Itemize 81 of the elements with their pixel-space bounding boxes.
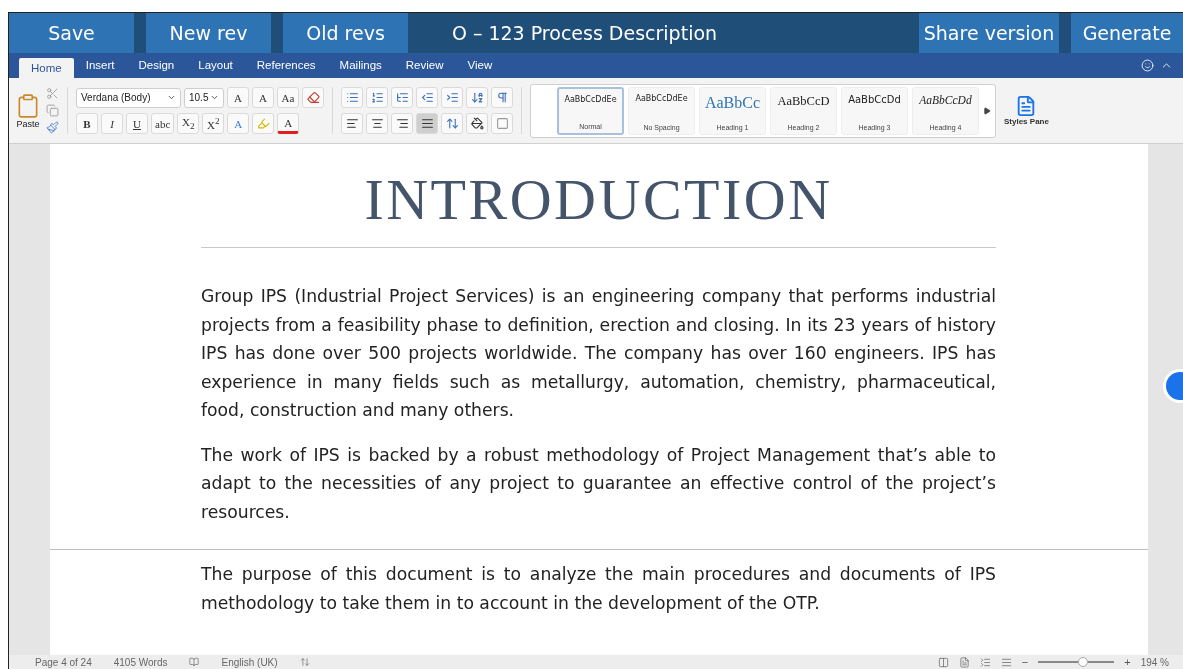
shading-button[interactable] [466, 113, 488, 134]
highlighter-icon [256, 117, 270, 130]
format-painter-icon [46, 121, 59, 134]
draft-icon [1000, 656, 1012, 668]
dropdown-icon [210, 93, 219, 102]
font-color-button[interactable]: A [277, 113, 300, 134]
bullet-list-icon [345, 91, 359, 104]
multilevel-list-button[interactable] [391, 87, 413, 108]
format-button[interactable]: X$_{2}$ [177, 113, 200, 134]
more-styles-button[interactable] [983, 106, 991, 115]
ribbon-tab[interactable]: Home [19, 58, 74, 78]
paint-bucket-icon [470, 117, 484, 130]
paragraph: The work of IPS is backed by a robust methodology of Project Management that’s able to adapt to the necessities of any project to guarantee an effective control of the project’s resources. [201, 443, 996, 524]
align-button[interactable] [391, 113, 413, 134]
paste-button[interactable]: Paste [15, 92, 41, 129]
ribbon-tab[interactable]: Insert [73, 54, 127, 76]
font-family-field[interactable]: Verdana (Body) [76, 87, 181, 108]
ribbon-tab[interactable]: Review [393, 54, 456, 76]
format-button[interactable]: I [101, 113, 123, 134]
styles-pane-button[interactable]: Styles Pane [1004, 95, 1049, 126]
multilevel-list-icon [395, 91, 409, 104]
toolbar-button[interactable]: Share version [919, 13, 1059, 53]
paragraph: The purpose of this document is to analyze the main procedures and documents of IPS methodology to take them in to account in the development of the OTP. [201, 563, 996, 615]
document-title: O – 123 Process Description [450, 21, 719, 46]
web-layout-icon [958, 656, 970, 668]
ribbon-tab[interactable]: Design [126, 54, 187, 76]
toolbar-button[interactable]: Generate [1071, 13, 1183, 53]
grow-font-button[interactable]: A [227, 87, 249, 108]
align-icon [420, 117, 434, 130]
pilcrow-button[interactable] [491, 87, 513, 108]
numbered-list-icon [370, 91, 384, 104]
print-layout-icon [937, 656, 949, 668]
format-button[interactable]: X$^{2}$ [202, 113, 225, 134]
align-button[interactable] [366, 113, 388, 134]
pilcrow-icon [495, 91, 509, 104]
decrease-indent-button[interactable] [416, 87, 438, 108]
outline-icon [979, 656, 991, 668]
align-button[interactable] [341, 113, 363, 134]
document-heading: INTRODUCTION [201, 166, 996, 248]
font-size-field[interactable]: 10.5 [184, 87, 224, 108]
align-button[interactable] [416, 113, 438, 134]
sort-button[interactable] [466, 87, 488, 108]
clear-formatting-button[interactable] [302, 87, 324, 108]
numbered-list-button[interactable] [366, 87, 388, 108]
border-icon [495, 117, 509, 130]
line-spacing-icon [445, 117, 459, 130]
decrease-indent-icon [420, 91, 434, 104]
align-icon [345, 117, 359, 130]
page-count: Page 4 of 24 [35, 656, 92, 668]
cut-icon [46, 87, 59, 100]
ribbon-tab[interactable]: View [455, 54, 505, 76]
align-icon [370, 117, 384, 130]
proofing-icon [189, 657, 200, 667]
copy-icon [46, 104, 59, 117]
zoom-level: 194 % [1140, 656, 1169, 668]
change-case-button[interactable]: Aa [277, 87, 299, 108]
bullet-list-button[interactable] [341, 87, 363, 108]
increase-indent-icon [445, 91, 459, 104]
increase-indent-button[interactable] [441, 87, 463, 108]
format-button[interactable]: B [76, 113, 98, 134]
paragraph: Group IPS (Industrial Project Services) is an engineering company that performs industrial projects from a feasibility phase to definition, erection and closing. In its 23 years of history IPS has done over 500 projects worldwide. The company has over 160 engineers. IPS has experience in many fields such as metallurgy, automation, chemistry, pharmaceutical, food, construction and many others. [201, 285, 996, 422]
ribbon-tab[interactable]: References [244, 54, 328, 76]
ribbon-tab[interactable]: Mailings [327, 54, 394, 76]
word-count: 4105 Words [113, 656, 168, 668]
zoom-thumb[interactable] [1078, 657, 1089, 667]
smiley-icon [1141, 59, 1154, 72]
format-button[interactable]: abc [151, 113, 175, 134]
zoom-out-button[interactable]: − [1021, 657, 1029, 667]
eraser-icon [306, 91, 320, 104]
zoom-in-button[interactable]: + [1124, 657, 1131, 667]
shrink-font-button[interactable]: A [252, 87, 274, 108]
align-icon [395, 117, 409, 130]
language-label: English (UK) [221, 656, 278, 668]
toolbar-button[interactable]: New rev [146, 13, 271, 53]
toolbar-button[interactable]: Old revs [283, 13, 408, 53]
ribbon-tab[interactable]: Layout [186, 54, 245, 76]
dropdown-icon [167, 93, 176, 102]
text-effects-button[interactable]: A [227, 113, 250, 134]
format-button[interactable]: U [126, 113, 148, 134]
toolbar-button[interactable]: Save [9, 13, 134, 53]
sort-icon [470, 91, 484, 104]
